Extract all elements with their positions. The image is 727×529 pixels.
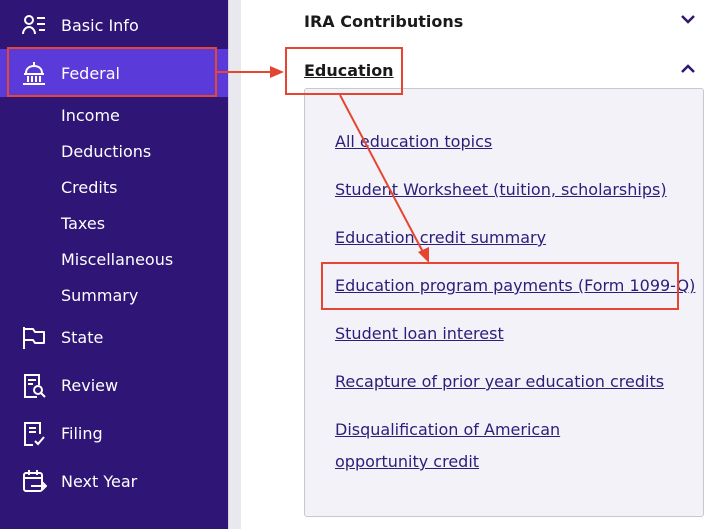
sidebar-item-review[interactable]: Review [0,361,228,409]
link-student-loan-interest[interactable]: Student loan interest [335,318,504,350]
sidebar-subitem-taxes[interactable]: Taxes [61,214,105,234]
sidebar-item-next-year[interactable]: Next Year [0,457,228,505]
highlight-education [285,47,403,95]
link-student-worksheet[interactable]: Student Worksheet (tuition, scholarships… [335,174,667,206]
sidebar-subitem-miscellaneous[interactable]: Miscellaneous [61,250,173,270]
user-list-icon [22,15,45,35]
sidebar-item-label: Next Year [61,471,138,491]
sidebar-subitem-credits[interactable]: Credits [61,178,117,198]
chevron-up-icon[interactable] [678,61,698,77]
document-search-icon [24,374,46,398]
link-disqualification-aotc[interactable]: Disqualification of American opportunity… [335,414,655,478]
sidebar-item-label: Review [61,375,119,395]
sidebar-subitem-income[interactable]: Income [61,106,120,126]
sidebar-scrollbar[interactable] [228,0,241,529]
sidebar-item-state[interactable]: State [0,313,228,361]
chevron-down-icon[interactable] [678,12,698,28]
arrowhead-icon [270,66,284,78]
sidebar-item-label: Filing [61,423,103,443]
section-ira-contributions[interactable]: IRA Contributions [304,12,463,31]
document-check-icon [24,422,45,446]
link-recapture-education-credits[interactable]: Recapture of prior year education credit… [335,366,664,398]
sidebar-subitem-deductions[interactable]: Deductions [61,142,151,162]
flag-icon [23,327,45,349]
sidebar-item-basic-info[interactable]: Basic Info [0,1,228,49]
sidebar-item-label: Basic Info [61,15,139,35]
sidebar-subitem-summary[interactable]: Summary [61,286,138,306]
link-all-education-topics[interactable]: All education topics [335,126,492,158]
link-education-credit-summary[interactable]: Education credit summary [335,222,546,254]
highlight-form-1099q [321,262,679,310]
calendar-arrow-icon [23,470,47,492]
sidebar-item-filing[interactable]: Filing [0,409,228,457]
highlight-federal [7,47,217,97]
sidebar-item-label: State [61,327,104,347]
